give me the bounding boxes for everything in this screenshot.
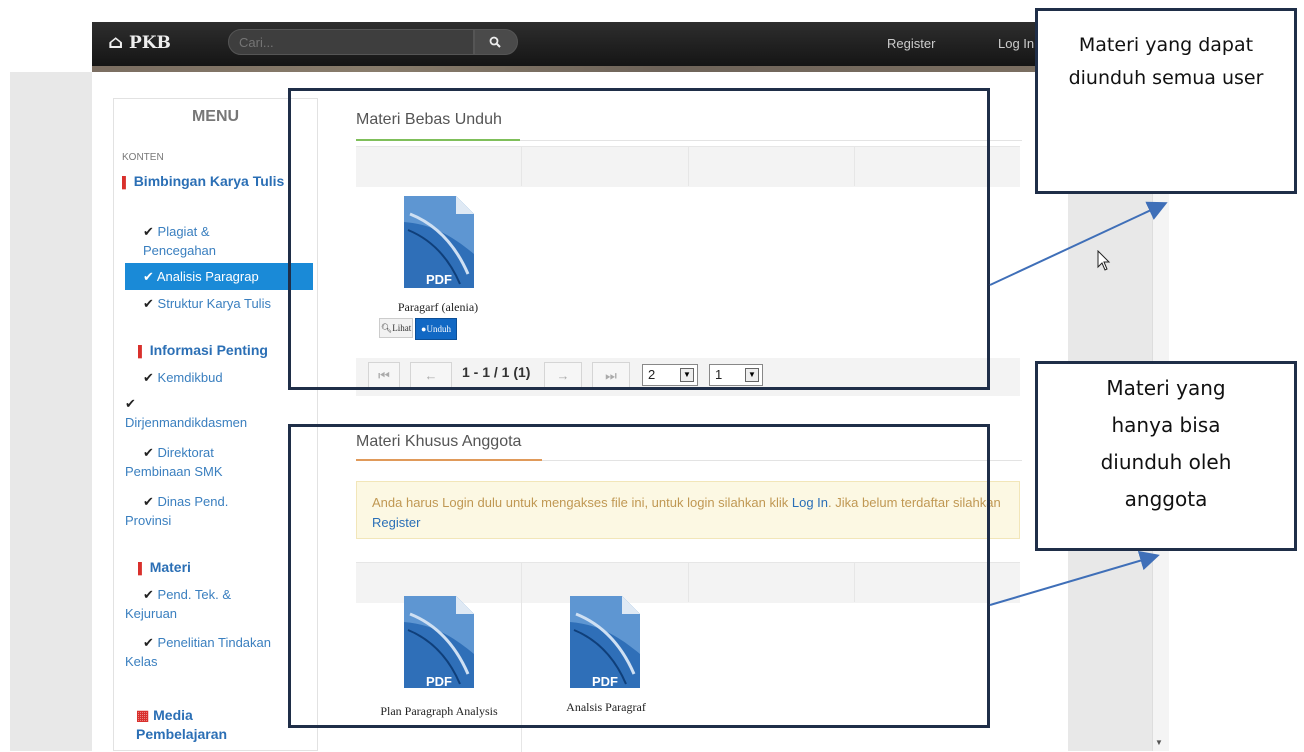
- arrow-bottom: [989, 550, 1160, 606]
- arrow-top: [989, 201, 1168, 286]
- annotation-callout-bottom: Materi yang hanya bisa diunduh oleh angg…: [1035, 361, 1297, 551]
- annotation-callout-top: Materi yang dapat diunduh semua user: [1035, 8, 1297, 194]
